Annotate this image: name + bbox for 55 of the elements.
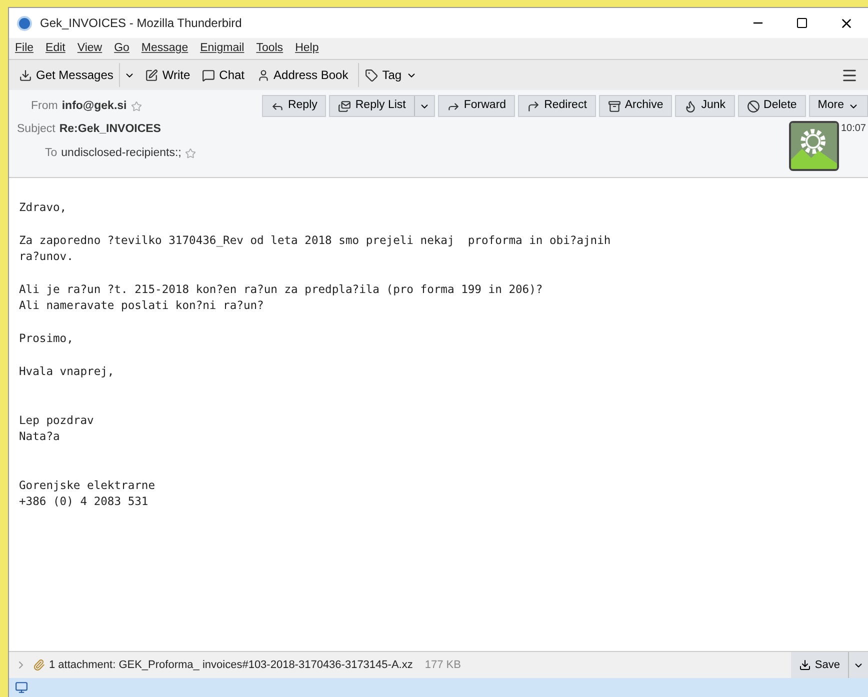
download-icon [798, 659, 811, 671]
toolbar-button[interactable]: Tag [358, 63, 423, 87]
action-button[interactable]: Delete [738, 95, 806, 117]
menu-item[interactable]: Message [141, 40, 188, 58]
curved-arrow-icon [527, 100, 540, 112]
paperclip-icon [33, 659, 45, 671]
flame-icon [684, 100, 698, 112]
field-label: Subject [17, 122, 56, 138]
message-time: 10:07 [840, 122, 866, 136]
menu-item[interactable]: Edit [46, 40, 66, 58]
person-icon [256, 68, 270, 82]
attachment-summary[interactable]: 1 attachment: GEK_Proforma_ invoices#103-2018-3170436-3173145-A.xz [49, 656, 413, 674]
message-paragraph: Zdravo, [19, 200, 68, 216]
subject-text: Re:Gek_INVOICES [59, 122, 161, 138]
message-paragraph: Za zaporedno ?tevilko 3170436_Rev od leta 2018 smo prejeli nekaj proforma in obi?ajnih ra?unov. [19, 233, 612, 265]
download-icon [19, 68, 32, 82]
action-button[interactable]: More [808, 95, 868, 117]
action-button[interactable]: Reply [262, 95, 326, 117]
menu-item[interactable]: Help [295, 40, 319, 58]
toolbar-button[interactable]: Chat [196, 63, 251, 87]
star-icon[interactable] [130, 101, 142, 112]
chat-bubble-icon [202, 68, 216, 82]
sender-address[interactable]: info@gek.si [62, 98, 127, 116]
action-button[interactable]: Junk [675, 95, 735, 117]
pen-icon [145, 68, 158, 82]
menu-item[interactable]: View [77, 40, 102, 58]
message-paragraph: Prosimo, [19, 331, 74, 347]
field-label: To [45, 146, 58, 160]
window-title: Gek_INVOICES - Mozilla Thunderbird [40, 15, 242, 32]
star-icon[interactable] [185, 148, 196, 159]
menu-item[interactable]: File [15, 40, 34, 58]
message-paragraph: Gorenjske elektrarne +386 (0) 4 2083 531 [19, 478, 156, 510]
archive-box-icon [608, 100, 621, 112]
attachment-size: 177 KB [424, 658, 461, 673]
action-button[interactable]: Archive [598, 95, 672, 117]
prohibited-icon [746, 100, 760, 112]
envelopes-icon [338, 100, 352, 112]
menu-item[interactable]: Enigmail [200, 40, 244, 58]
gear-avatar-icon [788, 121, 839, 171]
action-button[interactable]: Forward [438, 95, 516, 117]
message-paragraph: Lep pozdrav Nata?a [19, 413, 95, 445]
menu-item[interactable]: Go [114, 40, 130, 58]
toolbar-button[interactable]: Address Book [250, 63, 354, 87]
field-label: From [31, 99, 58, 114]
toolbar-button[interactable]: Get Messages [13, 63, 120, 87]
recipient-address[interactable]: undisclosed-recipients:; [61, 144, 182, 162]
toolbar-button[interactable]: Write [139, 63, 196, 87]
online-status-icon[interactable] [15, 681, 28, 694]
app-logo-icon [17, 16, 32, 30]
maximize-icon [796, 17, 808, 29]
message-paragraph: Ali je ra?un ?t. 215-2018 kon?en ra?un za predpla?ila (pro forma 199 in 206)? Ali nameravate poslati kon?ni ra?un? [19, 282, 544, 314]
message-paragraph: Hvala vnaprej, [19, 364, 116, 380]
menu-item[interactable]: Tools [256, 40, 284, 58]
tag-icon [365, 68, 378, 82]
action-button[interactable]: Redirect [518, 95, 596, 117]
